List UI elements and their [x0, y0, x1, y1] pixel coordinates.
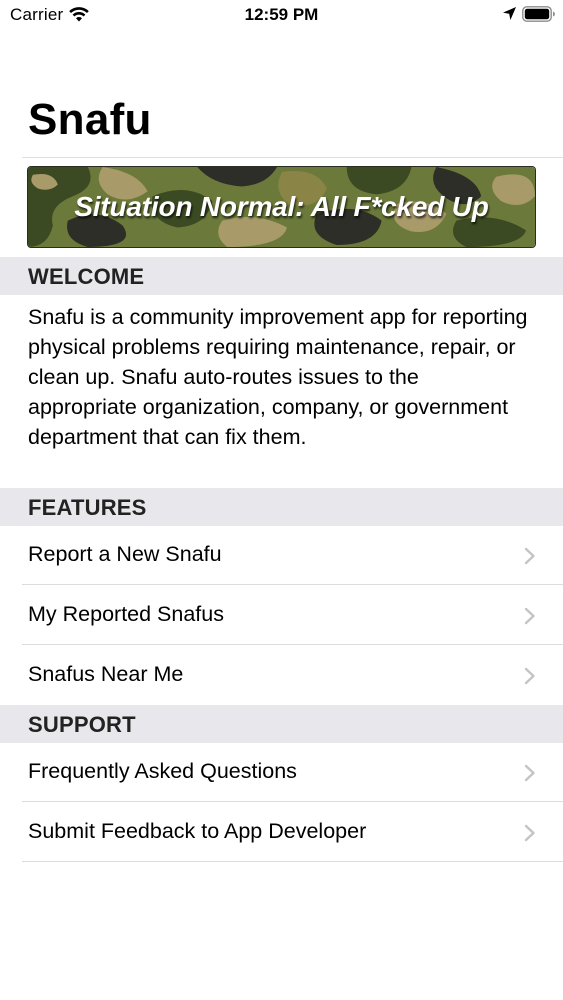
row-label: Report a New Snafu: [28, 542, 222, 566]
row-divider: [22, 584, 563, 585]
chevron-right-icon: [524, 547, 535, 565]
banner-image: Situation Normal: All F*cked Up: [27, 166, 536, 248]
section-header-label: FEATURES: [28, 495, 147, 520]
chevron-right-icon: [524, 764, 535, 782]
banner-text: Situation Normal: All F*cked Up: [74, 191, 489, 222]
row-report-new-snafu[interactable]: Report a New Snafu: [0, 526, 563, 585]
status-bar: Carrier 12:59 PM: [0, 0, 563, 30]
row-submit-feedback[interactable]: Submit Feedback to App Developer: [0, 803, 563, 862]
battery-icon: [522, 6, 555, 22]
section-header-label: SUPPORT: [28, 712, 136, 737]
nav-divider: [22, 157, 563, 158]
row-label: My Reported Snafus: [28, 602, 224, 626]
section-header-label: WELCOME: [28, 264, 145, 289]
row-label: Snafus Near Me: [28, 662, 184, 686]
chevron-right-icon: [524, 824, 535, 842]
row-my-reported-snafus[interactable]: My Reported Snafus: [0, 586, 563, 645]
row-divider: [22, 644, 563, 645]
chevron-right-icon: [524, 607, 535, 625]
location-arrow-icon: [503, 7, 516, 20]
row-snafus-near-me[interactable]: Snafus Near Me: [0, 646, 563, 705]
row-divider: [22, 861, 563, 862]
row-faq[interactable]: Frequently Asked Questions: [0, 743, 563, 802]
welcome-text: Snafu is a community improvement app for…: [28, 305, 528, 449]
row-divider: [22, 801, 563, 802]
section-header-support: SUPPORT: [0, 705, 563, 743]
row-label: Submit Feedback to App Developer: [28, 819, 367, 843]
row-label: Frequently Asked Questions: [28, 759, 297, 783]
page-title: Snafu: [28, 95, 152, 144]
section-header-features: FEATURES: [0, 488, 563, 526]
section-header-welcome: WELCOME: [0, 257, 563, 295]
chevron-right-icon: [524, 667, 535, 685]
status-time: 12:59 PM: [244, 5, 319, 24]
